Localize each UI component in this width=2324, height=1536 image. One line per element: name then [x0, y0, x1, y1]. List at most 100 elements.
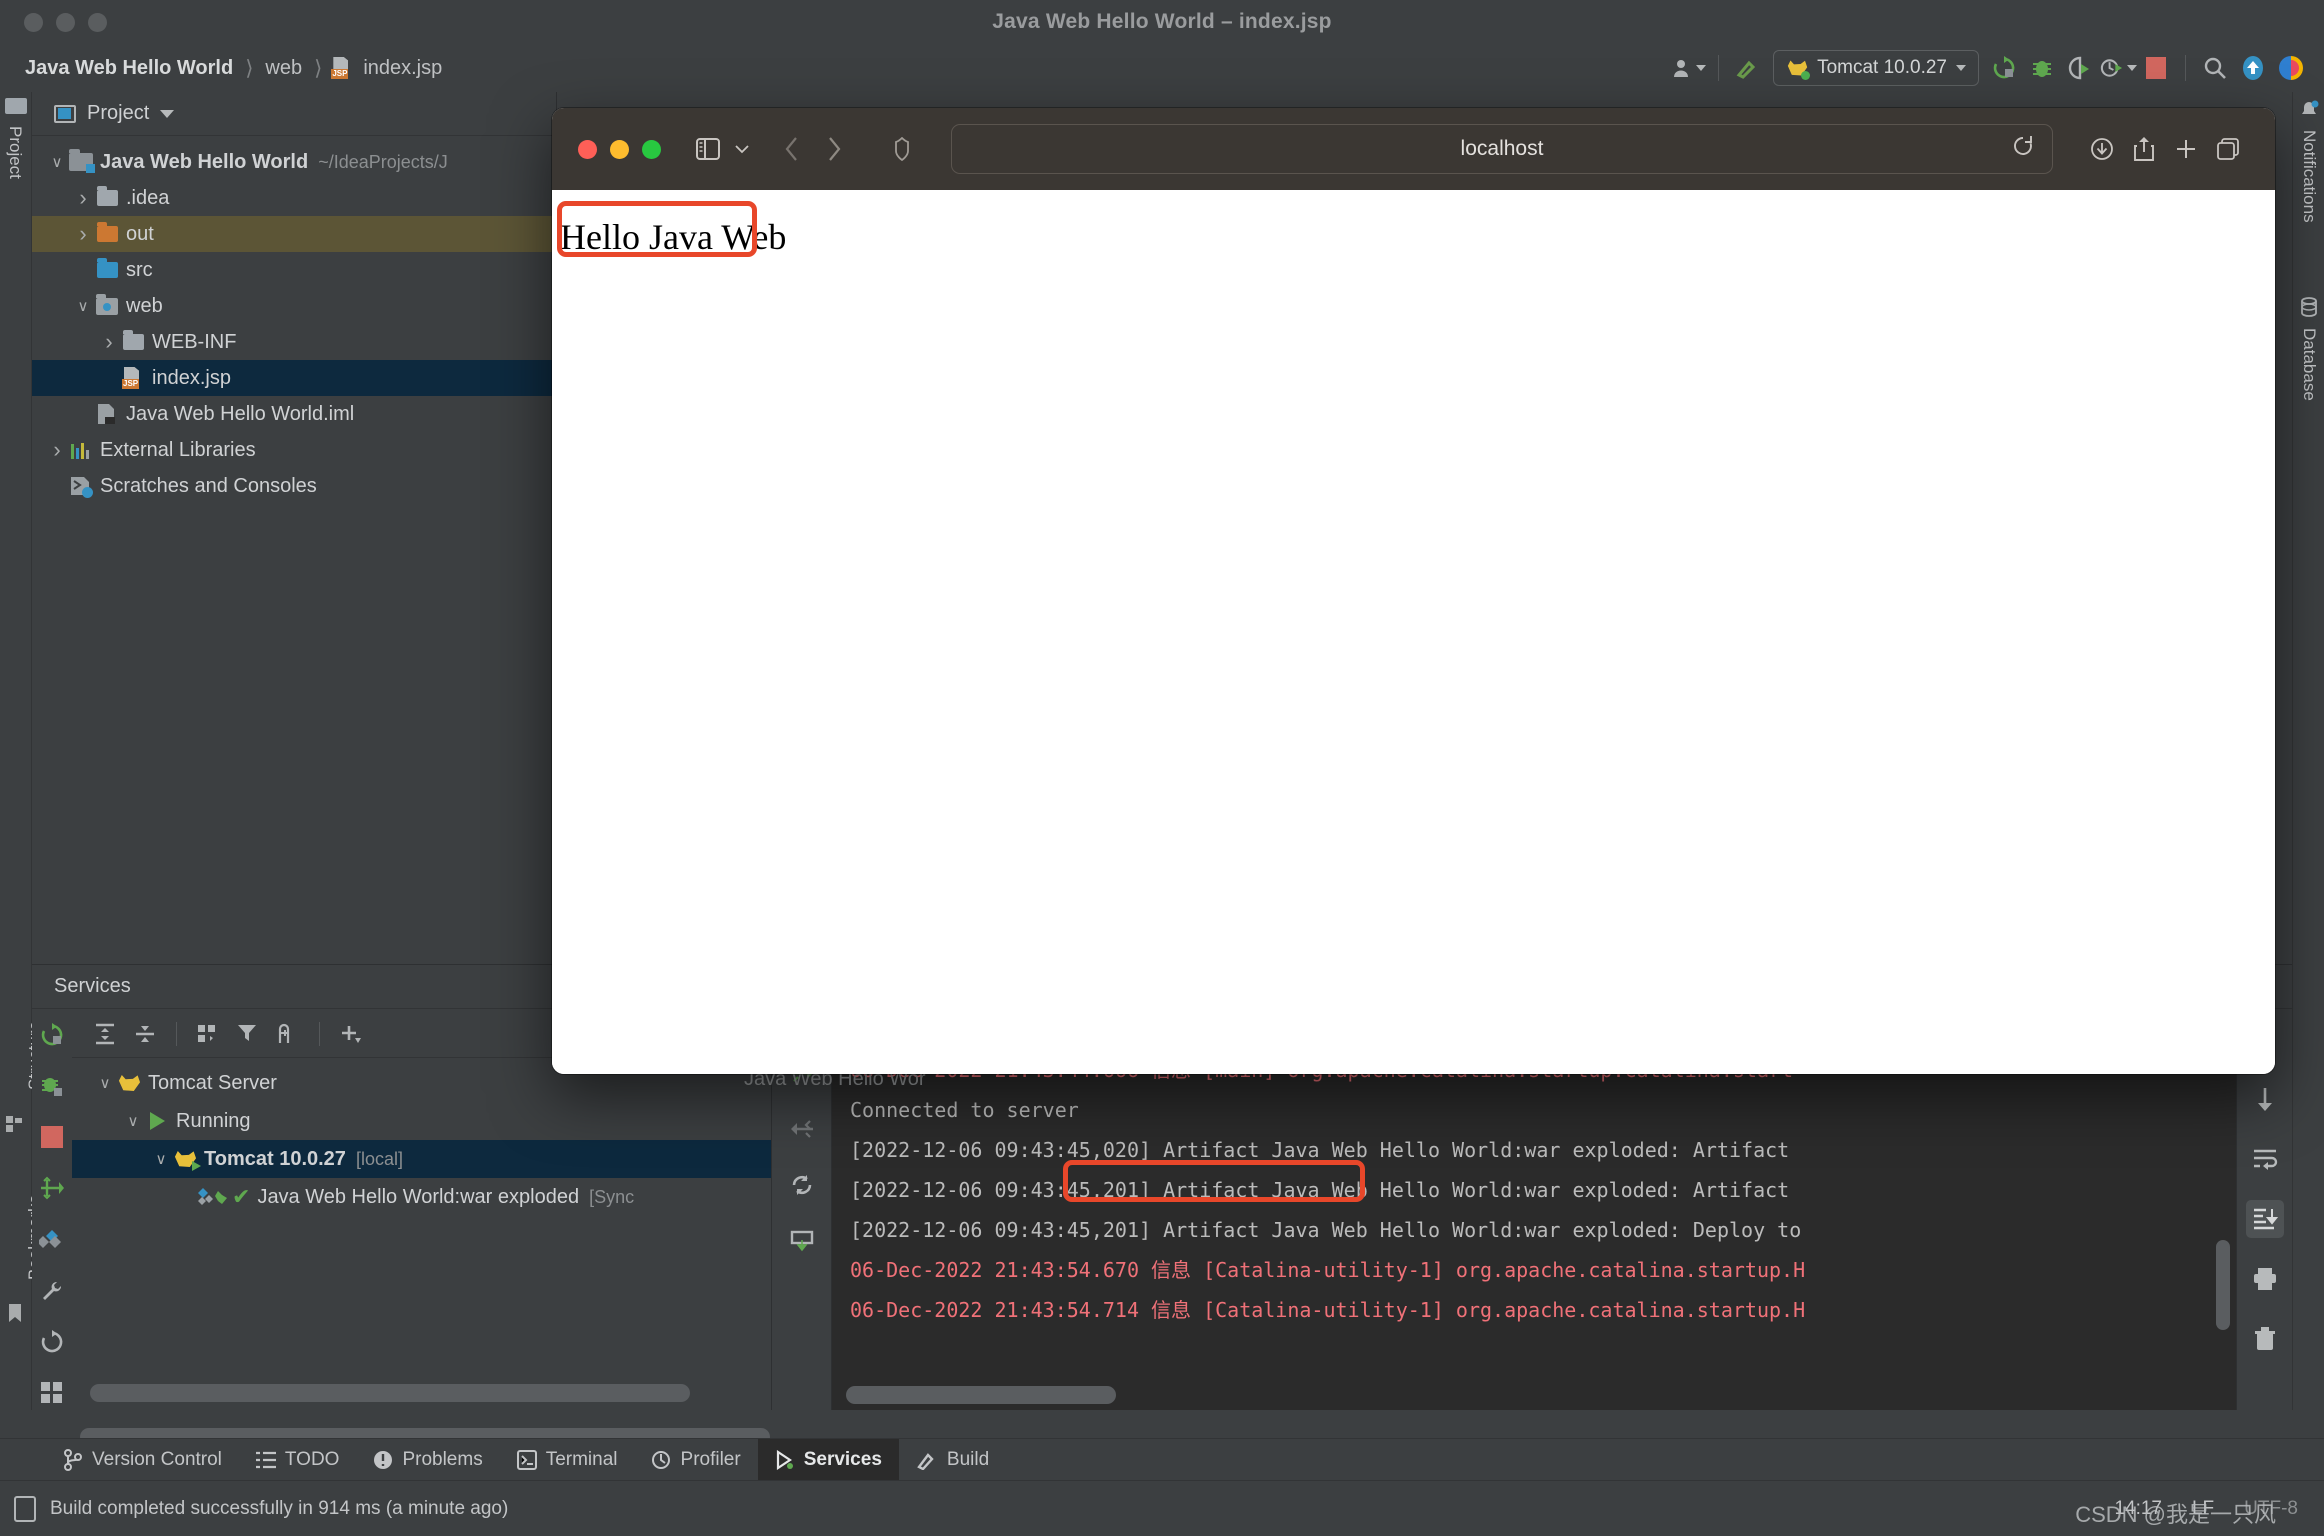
- tool-window-tab-version-control[interactable]: Version Control: [46, 1439, 239, 1481]
- sidebar-icon[interactable]: [687, 128, 729, 170]
- shield-icon[interactable]: [881, 128, 923, 170]
- stop-icon[interactable]: [2137, 49, 2175, 87]
- project-tree-row[interactable]: › External Libraries: [32, 432, 556, 468]
- chevron-down-icon[interactable]: [729, 128, 755, 170]
- tab-overview-icon[interactable]: [2207, 128, 2249, 170]
- breadcrumb-project[interactable]: Java Web Hello World: [22, 57, 236, 80]
- safari-browser-window[interactable]: localhost Hello Java Web: [552, 108, 2275, 1074]
- settings-icon[interactable]: [35, 1274, 69, 1307]
- left-tool-strip: Project Structure Bookmarks: [0, 92, 44, 1410]
- profile-icon[interactable]: [2099, 49, 2137, 87]
- stop-icon[interactable]: [35, 1121, 69, 1154]
- sidebar-item-project[interactable]: Project: [5, 126, 25, 179]
- services-server-tree[interactable]: ∨ Tomcat Server ∨ Running ∨ Tomcat 10.0.27 [lo…: [72, 1058, 771, 1216]
- run-configuration-selector[interactable]: Tomcat 10.0.27: [1773, 50, 1979, 86]
- reload-icon[interactable]: [2012, 135, 2034, 163]
- trash-icon[interactable]: [2246, 1320, 2284, 1358]
- chevron-right-icon[interactable]: ›: [46, 437, 68, 463]
- group-icon[interactable]: [191, 1017, 225, 1051]
- share-icon[interactable]: [2123, 128, 2165, 170]
- chevron-right-icon[interactable]: ›: [98, 329, 120, 355]
- project-tree-label: web: [126, 294, 163, 317]
- project-tree-label: External Libraries: [100, 438, 256, 461]
- chevron-right-icon[interactable]: ›: [72, 221, 94, 247]
- safari-minimize-button[interactable]: [610, 139, 629, 159]
- ide-icon[interactable]: [2272, 49, 2310, 87]
- project-tree-row[interactable]: › out: [32, 216, 556, 252]
- project-tree-row[interactable]: › .idea: [32, 180, 556, 216]
- status-message: Build completed successfully in 914 ms (…: [50, 1497, 509, 1519]
- project-file-tree[interactable]: ∨ Java Web Hello World ~/IdeaProjects/J › .i…: [32, 136, 556, 504]
- hammer-icon[interactable]: [1729, 49, 1767, 87]
- collapse-all-icon[interactable]: [128, 1017, 162, 1051]
- debug-icon[interactable]: [35, 1069, 69, 1102]
- chevron-down-icon[interactable]: ∨: [94, 1074, 116, 1092]
- grid-icon[interactable]: [35, 1377, 69, 1410]
- csdn-watermark: CSDN @我是一只风: [2075, 1502, 2276, 1527]
- safari-maximize-button[interactable]: [642, 139, 661, 159]
- tool-window-tab-todo[interactable]: TODO: [239, 1439, 357, 1481]
- project-tree-row[interactable]: index.jsp: [32, 360, 556, 396]
- services-tree-row[interactable]: ∨ Tomcat 10.0.27 [local]: [72, 1140, 771, 1178]
- filter-icon[interactable]: [231, 1017, 265, 1051]
- services-tree-hscrollbar[interactable]: [90, 1384, 690, 1402]
- user-icon[interactable]: [1670, 49, 1708, 87]
- new-tab-icon[interactable]: [2165, 128, 2207, 170]
- print-icon[interactable]: [2246, 1260, 2284, 1298]
- sidebar-item-database[interactable]: Database: [2299, 328, 2319, 401]
- tool-window-tab-build[interactable]: Build: [899, 1439, 1006, 1481]
- project-tree-row[interactable]: ∨ Java Web Hello World ~/IdeaProjects/J: [32, 144, 556, 180]
- show-icon[interactable]: [271, 1017, 305, 1051]
- add-icon[interactable]: [334, 1017, 368, 1051]
- disconnect-icon[interactable]: [785, 1112, 819, 1146]
- restart-icon[interactable]: [785, 1168, 819, 1202]
- rerun-icon[interactable]: [1985, 49, 2023, 87]
- console-hscrollbar[interactable]: [846, 1386, 1116, 1404]
- connect-icon[interactable]: [35, 1172, 69, 1205]
- safari-window-controls[interactable]: [578, 139, 661, 159]
- forward-icon[interactable]: [813, 128, 855, 170]
- chevron-down-icon[interactable]: ∨: [72, 297, 94, 315]
- chevron-down-icon[interactable]: ∨: [122, 1112, 144, 1130]
- chevron-down-icon[interactable]: ∨: [46, 153, 68, 171]
- soft-wrap-icon[interactable]: [2246, 1140, 2284, 1178]
- back-icon[interactable]: [771, 128, 813, 170]
- project-tree-row[interactable]: ∨ web: [32, 288, 556, 324]
- search-icon[interactable]: [2196, 49, 2234, 87]
- rerun-icon[interactable]: [35, 1018, 69, 1051]
- expand-all-icon[interactable]: [88, 1017, 122, 1051]
- deploy-icon[interactable]: [35, 1223, 69, 1256]
- safari-close-button[interactable]: [578, 139, 597, 159]
- console-vscrollbar[interactable]: [2216, 1240, 2230, 1330]
- chevron-right-icon[interactable]: ›: [72, 185, 94, 211]
- breadcrumb-folder[interactable]: web: [262, 57, 305, 80]
- sidebar-item-notifications[interactable]: Notifications: [2299, 130, 2319, 223]
- services-tree-row[interactable]: ✔ Java Web Hello World:war exploded [Sync: [72, 1178, 771, 1216]
- chevron-down-icon[interactable]: ∨: [150, 1150, 172, 1168]
- structure-icon: [6, 1116, 24, 1132]
- scroll-to-end-icon[interactable]: [2245, 1200, 2284, 1238]
- downloads-icon[interactable]: [2081, 128, 2123, 170]
- services-tree-row[interactable]: ∨ Running: [72, 1102, 771, 1140]
- project-tree-label: .idea: [126, 186, 170, 209]
- chevron-down-icon[interactable]: [160, 109, 175, 118]
- tool-window-tab-label: TODO: [284, 1448, 340, 1470]
- refresh-icon[interactable]: [35, 1326, 69, 1359]
- tool-window-tab-terminal[interactable]: Terminal: [500, 1439, 635, 1481]
- project-tree-row[interactable]: › WEB-INF: [32, 324, 556, 360]
- project-tree-row[interactable]: src: [32, 252, 556, 288]
- tool-window-tab-problems[interactable]: Problems: [356, 1439, 499, 1481]
- deploy-icon[interactable]: [785, 1224, 819, 1258]
- update-icon[interactable]: [2234, 49, 2272, 87]
- scroll-down-icon[interactable]: [2246, 1080, 2284, 1118]
- breadcrumb-file[interactable]: index.jsp: [360, 57, 445, 80]
- project-tree-row[interactable]: Scratches and Consoles: [32, 468, 556, 504]
- tool-window-tab-services[interactable]: Services: [757, 1438, 899, 1481]
- branch-icon: [63, 1448, 83, 1471]
- debug-icon[interactable]: [2023, 49, 2061, 87]
- tool-window-tab-profiler[interactable]: Profiler: [635, 1439, 758, 1481]
- project-tree-row[interactable]: Java Web Hello World.iml: [32, 396, 556, 432]
- coverage-icon[interactable]: [2061, 49, 2099, 87]
- safari-url-bar[interactable]: localhost: [951, 124, 2053, 174]
- library-icon: [68, 442, 94, 459]
